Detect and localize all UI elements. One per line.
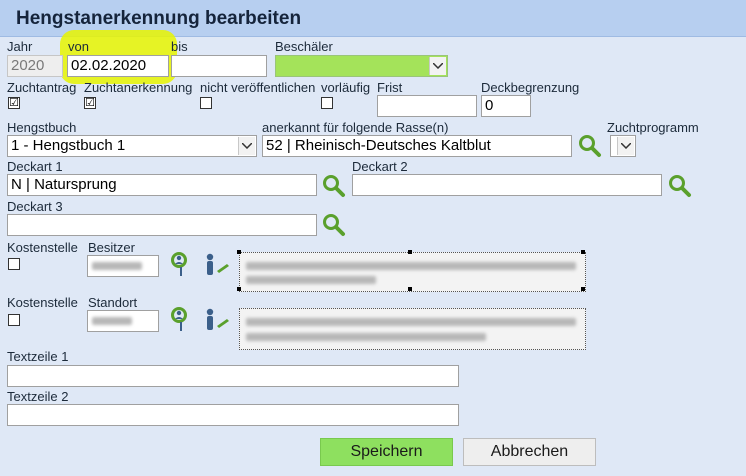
deckbegrenzung-label: Deckbegrenzung [481, 80, 580, 95]
save-button[interactable]: Speichern [320, 438, 453, 466]
standort-kostenstelle-label: Kostenstelle [7, 295, 78, 310]
textzeile1-field[interactable] [7, 365, 459, 387]
redacted-text [246, 262, 576, 270]
zuchtprogramm-label: Zuchtprogramm [607, 120, 699, 135]
besitzer-id-field[interactable] [87, 255, 159, 277]
person-edit-icon[interactable] [203, 307, 231, 333]
zuchtantrag-label: Zuchtantrag [7, 80, 77, 95]
deckart3-label: Deckart 3 [7, 199, 63, 214]
zuchtanerkennung-label: Zuchtanerkennung [84, 80, 193, 95]
redacted-text [246, 333, 486, 341]
redacted-text [246, 318, 576, 326]
deckart2-search-icon[interactable] [667, 173, 693, 199]
person-search-icon[interactable] [168, 250, 194, 278]
besitzer-address-field[interactable] [239, 252, 586, 292]
hengstbuch-select[interactable]: 1 - Hengstbuch 1 [7, 135, 257, 157]
zuchtanerkennung-checkbox[interactable]: ☑ [84, 97, 96, 109]
besitzer-label: Besitzer [88, 240, 135, 255]
besitzer-kostenstelle-checkbox[interactable] [8, 258, 20, 270]
person-search-icon[interactable] [168, 305, 194, 333]
redacted-text [92, 262, 142, 270]
redacted-text [246, 276, 376, 284]
standort-kostenstelle-checkbox[interactable] [8, 314, 20, 326]
textzeile1-label: Textzeile 1 [7, 349, 69, 364]
rasse-field[interactable]: 52 | Rheinisch-Deutsches Kaltblut [262, 135, 572, 157]
beschaeler-select[interactable] [275, 55, 448, 77]
zuchtprogramm-select[interactable] [610, 135, 636, 157]
cancel-button[interactable]: Abbrechen [463, 438, 596, 466]
deckart1-field[interactable]: N | Natursprung [7, 174, 317, 196]
jahr-field: 2020 [7, 55, 63, 77]
hengstbuch-label: Hengstbuch [7, 120, 77, 135]
chevron-down-icon[interactable] [617, 137, 634, 155]
vorlaeufig-label: vorläufig [321, 80, 371, 95]
nicht-veroeffentlichen-label: nicht veröffentlichen [200, 80, 316, 95]
redacted-text [92, 317, 132, 325]
beschaeler-label: Beschäler [275, 39, 333, 54]
standort-id-field[interactable] [87, 310, 159, 332]
chevron-down-icon[interactable] [429, 57, 446, 75]
deckart1-search-icon[interactable] [321, 173, 347, 199]
dialog-title: Hengstanerkennung bearbeiten [16, 8, 302, 29]
zuchtantrag-checkbox[interactable]: ☑ [8, 97, 20, 109]
standort-address-field[interactable] [239, 308, 586, 350]
jahr-label: Jahr [7, 39, 33, 54]
person-edit-icon[interactable] [203, 252, 231, 278]
rasse-search-icon[interactable] [577, 133, 603, 159]
deckbegrenzung-field[interactable]: 0 [481, 95, 531, 117]
hengstbuch-value: 1 - Hengstbuch 1 [11, 137, 126, 154]
nicht-veroeffentlichen-checkbox[interactable] [200, 97, 212, 109]
frist-label: Frist [377, 80, 403, 95]
frist-field[interactable] [377, 95, 477, 117]
bis-field[interactable] [171, 55, 267, 77]
standort-label: Standort [88, 295, 138, 310]
deckart3-search-icon[interactable] [321, 212, 347, 238]
rasse-label: anerkannt für folgende Rasse(n) [262, 120, 449, 135]
textzeile2-label: Textzeile 2 [7, 389, 69, 404]
bis-label: bis [171, 39, 188, 54]
von-field[interactable]: 02.02.2020 [67, 55, 169, 77]
chevron-down-icon[interactable] [238, 137, 255, 155]
deckart1-label: Deckart 1 [7, 159, 63, 174]
von-label: von [68, 39, 89, 54]
deckart2-field[interactable] [352, 174, 662, 196]
vorlaeufig-checkbox[interactable] [321, 97, 333, 109]
deckart2-label: Deckart 2 [352, 159, 408, 174]
deckart3-field[interactable] [7, 214, 317, 236]
textzeile2-field[interactable] [7, 404, 459, 426]
besitzer-kostenstelle-label: Kostenstelle [7, 240, 78, 255]
